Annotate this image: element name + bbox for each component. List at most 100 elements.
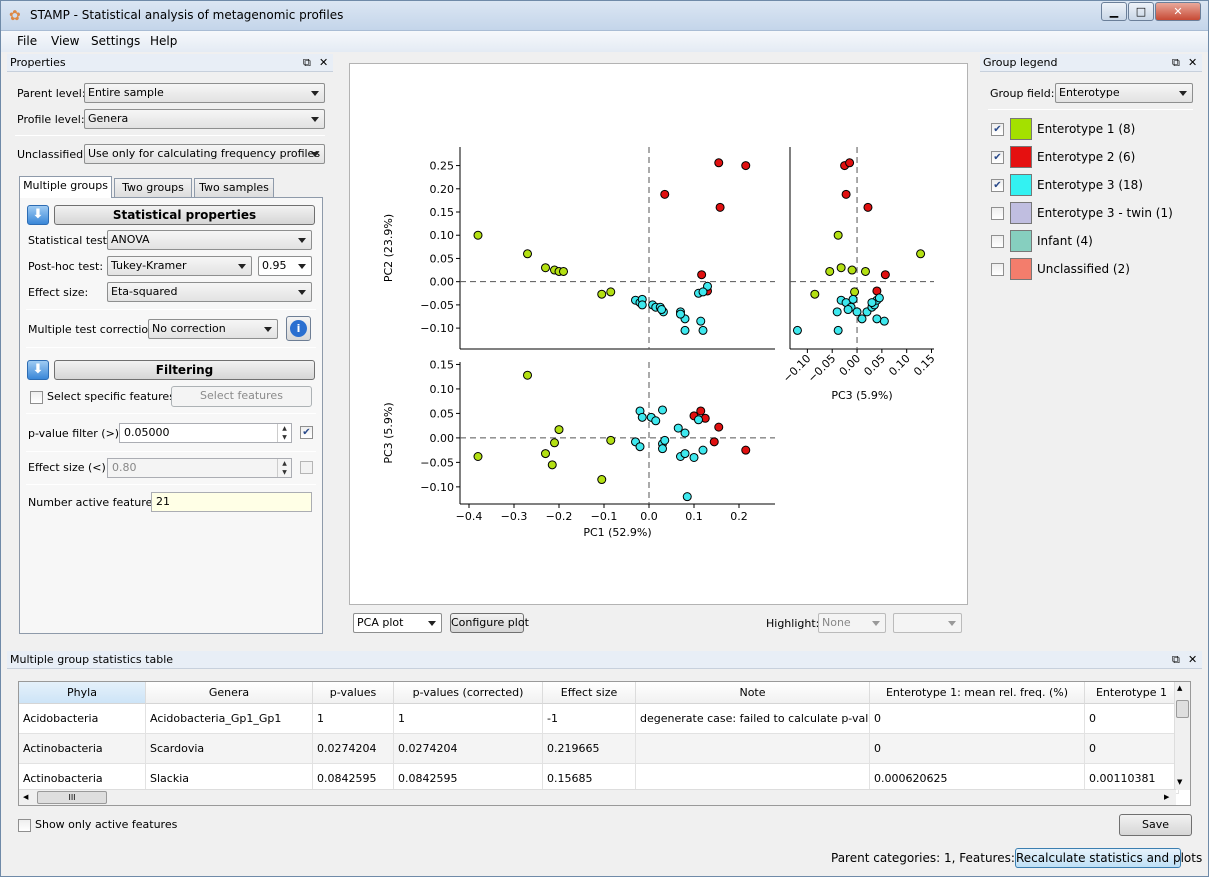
posthoc-ci-select[interactable]: 0.95 [258,256,312,276]
profile-level-select[interactable]: Genera [84,109,325,129]
column-header[interactable]: Phyla [19,682,146,704]
close-button[interactable]: ✕ [1155,2,1201,21]
menu-help[interactable]: Help [150,34,177,48]
app-icon: ✿ [9,8,21,24]
table-cell[interactable]: 1 [394,704,543,734]
table-cell[interactable]: 0.219665 [543,734,636,764]
column-header[interactable]: Effect size [543,682,636,704]
close-dock-icon[interactable]: ✕ [1188,54,1197,72]
select-specific-checkbox[interactable] [30,391,43,404]
parent-level-select[interactable]: Entire sample [84,83,325,103]
column-header[interactable]: Enterotype 1: mean rel. freq. (%) [870,682,1085,704]
legend-checkbox[interactable]: ✔ [991,179,1004,192]
scroll-left-icon[interactable]: ◀ [23,793,28,801]
spin-arrows-icon[interactable]: ▲ ▼ [277,459,291,477]
active-features-field: 21 [151,492,312,512]
recalculate-button[interactable]: Recalculate statistics and plots [1015,848,1202,868]
chevron-down-icon [428,621,436,626]
data-point [606,435,616,445]
close-dock-icon[interactable]: ✕ [319,54,328,72]
effect-filter-checkbox[interactable] [300,461,313,474]
table-cell[interactable]: degenerate case: failed to calculate p-v… [636,704,870,734]
undock-icon[interactable]: ⧉ [303,54,311,72]
spin-arrows-icon[interactable]: ▲ ▼ [277,424,291,442]
group-field-select[interactable]: Enterotype [1055,83,1193,103]
chevron-down-icon [238,264,246,269]
column-header[interactable]: p-values [313,682,394,704]
maximize-button[interactable]: □ [1128,2,1154,21]
configure-plot-button[interactable]: Configure plot [450,613,529,633]
data-point [715,202,725,212]
effect-size-select[interactable]: Eta-squared [107,282,312,302]
table-cell[interactable] [636,734,870,764]
legend-color-swatch[interactable] [1010,146,1032,168]
undock-icon[interactable]: ⧉ [1172,54,1180,72]
legend-color-swatch[interactable] [1010,118,1032,140]
chevron-down-icon [311,91,319,96]
table-cell[interactable]: Acidobacteria [19,704,146,734]
column-header[interactable]: Note [636,682,870,704]
undock-icon[interactable]: ⧉ [1172,651,1180,669]
table-cell[interactable]: Scardovia [146,734,313,764]
highlight-label: Highlight: [766,617,820,630]
highlight-select[interactable]: None [818,613,886,633]
menu-file[interactable]: File [17,34,37,48]
statistical-properties-button[interactable]: Statistical properties [54,205,315,225]
legend-checkbox[interactable] [991,207,1004,220]
table-cell[interactable]: 0 [870,704,1085,734]
scroll-right-icon[interactable]: ▶ [1164,793,1169,801]
legend-color-swatch[interactable] [1010,230,1032,252]
legend-color-swatch[interactable] [1010,174,1032,196]
effect-filter-spinbox[interactable]: 0.80 ▲ ▼ [107,458,292,478]
x-tick-label: 0.2 [730,510,748,523]
stat-test-select[interactable]: ANOVA [107,230,312,250]
legend-checkbox[interactable] [991,263,1004,276]
info-button[interactable]: i [286,316,311,341]
column-header[interactable]: Genera [146,682,313,704]
scroll-down-icon[interactable]: ▼ [1177,778,1182,786]
y-tick-label: 0.10 [430,229,455,242]
posthoc-select[interactable]: Tukey-Kramer [107,256,252,276]
close-dock-icon[interactable]: ✕ [1188,651,1197,669]
table-cell[interactable]: -1 [543,704,636,734]
collapse-arrow-icon[interactable]: ⬇ [27,360,49,380]
horizontal-scrollbar[interactable]: ◀ III ▶ [19,789,1176,805]
table-cell[interactable]: 0 [1085,734,1179,764]
table-cell[interactable]: 0.0274204 [394,734,543,764]
hscroll-thumb[interactable]: III [37,791,107,804]
menu-view[interactable]: View [51,34,79,48]
table-cell[interactable]: 0 [870,734,1085,764]
table-cell[interactable]: 0 [1085,704,1179,734]
legend-checkbox[interactable]: ✔ [991,151,1004,164]
table-cell[interactable]: 1 [313,704,394,734]
table-cell[interactable]: 0.0274204 [313,734,394,764]
effect-filter-value: 0.80 [112,461,137,474]
select-features-button[interactable]: Select features [171,386,312,407]
highlight-secondary-select[interactable] [893,613,962,633]
pvalue-filter-checkbox[interactable]: ✔ [300,426,313,439]
column-header[interactable]: Enterotype 1 [1085,682,1179,704]
minimize-button[interactable]: ▁ [1101,2,1127,21]
legend-color-swatch[interactable] [1010,258,1032,280]
tab-multiple-groups[interactable]: Multiple groups [19,176,112,198]
vertical-scrollbar[interactable]: ▲ ▼ [1174,682,1190,790]
collapse-arrow-icon[interactable]: ⬇ [27,205,49,225]
filtering-button[interactable]: Filtering [54,360,315,380]
pvalue-filter-spinbox[interactable]: 0.05000 ▲ ▼ [119,423,292,443]
legend-checkbox[interactable] [991,235,1004,248]
table-cell[interactable]: Actinobacteria [19,734,146,764]
scroll-thumb[interactable] [1176,700,1189,718]
mtc-select[interactable]: No correction [148,319,278,339]
scroll-up-icon[interactable]: ▲ [1177,684,1182,692]
legend-color-swatch[interactable] [1010,202,1032,224]
legend-checkbox[interactable]: ✔ [991,123,1004,136]
tab-two-samples[interactable]: Two samples [194,178,274,198]
save-button[interactable]: Save [1119,814,1192,836]
unclassified-select[interactable]: Use only for calculating frequency profi… [84,144,325,164]
plot-type-select[interactable]: PCA plot [353,613,442,633]
tab-two-groups[interactable]: Two groups [114,178,192,198]
show-active-checkbox[interactable] [18,819,31,832]
column-header[interactable]: p-values (corrected) [394,682,543,704]
menu-settings[interactable]: Settings [91,34,140,48]
table-cell[interactable]: Acidobacteria_Gp1_Gp1 [146,704,313,734]
